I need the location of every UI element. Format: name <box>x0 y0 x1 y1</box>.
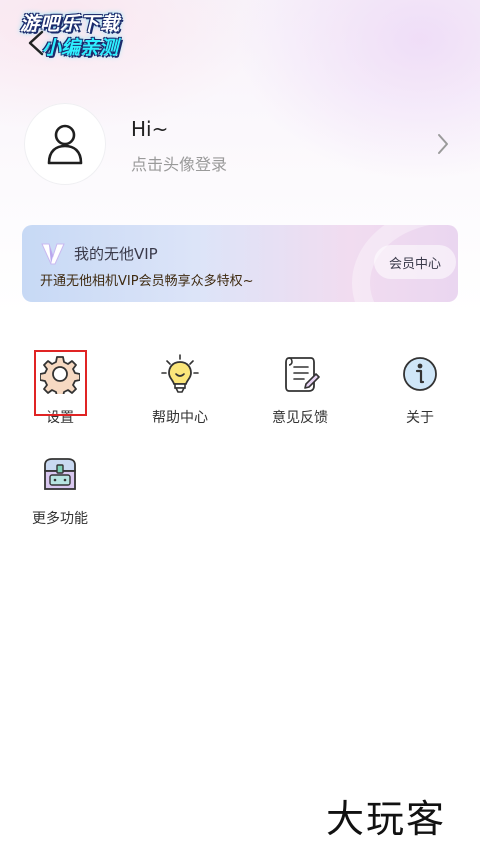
feature-feedback[interactable]: 意见反馈 <box>250 354 350 434</box>
watermark-bottom: 大玩客 <box>326 797 447 841</box>
feature-about[interactable]: 关于 <box>370 354 470 434</box>
user-greeting[interactable]: Hi~ <box>131 117 168 141</box>
avatar[interactable] <box>24 103 106 185</box>
feature-label: 意见反馈 <box>272 410 328 426</box>
vip-card[interactable]: 我的无他VIP 开通无他相机VIP会员畅享众多特权~ 会员中心 <box>22 225 458 302</box>
feature-label: 更多功能 <box>32 511 88 527</box>
feature-label: 关于 <box>406 410 434 426</box>
feature-label: 帮助中心 <box>152 410 208 426</box>
feature-more[interactable]: 更多功能 <box>10 455 110 535</box>
vip-title: 我的无他VIP <box>74 245 158 263</box>
vip-description: 开通无他相机VIP会员畅享众多特权~ <box>40 274 254 289</box>
user-icon <box>47 124 83 165</box>
login-hint[interactable]: 点击头像登录 <box>131 151 227 175</box>
treasure-chest-icon <box>44 458 76 490</box>
lightbulb-icon <box>161 354 199 393</box>
settings-highlight-box <box>34 350 87 416</box>
chevron-right-icon[interactable] <box>436 133 450 155</box>
scroll-icon <box>285 357 320 392</box>
vip-logo-icon <box>41 243 65 265</box>
feature-help-center[interactable]: 帮助中心 <box>130 354 230 434</box>
vip-center-button[interactable]: 会员中心 <box>374 245 456 279</box>
watermark-top: 游吧乐下载 小编亲测 <box>19 13 120 59</box>
info-icon <box>403 357 437 391</box>
